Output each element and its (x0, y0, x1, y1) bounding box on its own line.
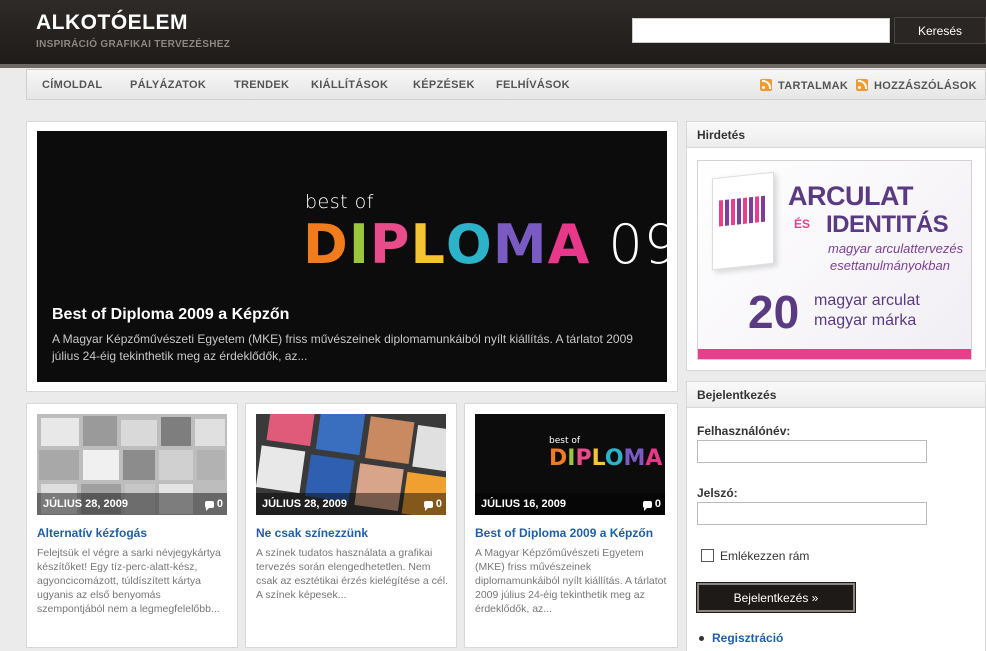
diploma-letters: DIPLOMA (303, 213, 590, 276)
comment-icon (423, 500, 433, 511)
feed-link-hozzaszolasok[interactable]: HOZZÁSZÓLÁSOK (856, 79, 977, 92)
comment-count-value: 0 (216, 498, 223, 510)
login-widget-title: Bejelentkezés (687, 382, 985, 408)
comment-count[interactable]: 0 (204, 498, 223, 511)
post-card: JÚLIUS 28, 2009 0 Alternatív kézfogás Fe… (26, 403, 238, 648)
featured-slide[interactable]: best of DIPLOMA 09 Best of Diploma 2009 a… (37, 131, 667, 382)
featured-image-text-top: best of (305, 191, 374, 213)
main-nav: CÍMOLDAL PÁLYÁZATOK TRENDEK KIÁLLÍTÁSOK … (26, 69, 986, 100)
thumb-letters: DIPLOMA (549, 446, 662, 471)
post-thumbnail[interactable]: JÚLIUS 28, 2009 0 (256, 414, 446, 515)
ad-label-1: magyar arculat (814, 292, 920, 309)
ad-es: ÉS (794, 217, 811, 231)
post-title[interactable]: Best of Diploma 2009 a Képzőn (475, 526, 653, 540)
featured-description: A Magyar Képzőművészeti Egyetem (MKE) fr… (52, 332, 633, 363)
wordmark-letter: M (492, 213, 548, 276)
site-logo[interactable]: ALKOTÓELEM (36, 11, 188, 35)
wordmark-letter: D (303, 213, 349, 276)
rss-icon (856, 79, 868, 91)
post-date: JÚLIUS 16, 2009 (481, 498, 566, 510)
feed-link-tartalmak[interactable]: TARTALMAK (760, 79, 848, 92)
nav-item-palyazatok[interactable]: PÁLYÁZATOK (130, 79, 206, 91)
post-excerpt: A Magyar Képzőművészeti Egyetem (MKE) fr… (475, 547, 667, 615)
post-date: JÚLIUS 28, 2009 (43, 498, 128, 510)
rss-icon (760, 79, 772, 91)
nav-item-cimoldal[interactable]: CÍMOLDAL (42, 79, 102, 91)
ad-subline-1: magyar arculattervezés (828, 241, 964, 256)
login-widget: Bejelentkezés Felhasználónév: Jelszó: Em… (686, 381, 986, 651)
username-field[interactable] (697, 440, 927, 463)
wordmark-letter: L (591, 446, 605, 471)
comment-icon (642, 500, 652, 511)
ad-number: 20 (748, 286, 800, 338)
nav-item-felhivasok[interactable]: FELHÍVÁSOK (496, 79, 570, 91)
thumb-wordmark: DIPLOMA (549, 446, 662, 471)
featured-image-wordmark: DIPLOMA 09 (303, 213, 667, 276)
search-input[interactable] (632, 18, 890, 43)
ad-headline-2: IDENTITÁS (826, 211, 949, 238)
register-link[interactable]: Regisztráció (712, 631, 783, 645)
wordmark-letter: L (410, 213, 446, 276)
wordmark-letter: A (645, 446, 663, 471)
password-field[interactable] (697, 502, 927, 525)
thumb-text-top: best of (549, 436, 581, 446)
nav-item-trendek[interactable]: TRENDEK (234, 79, 289, 91)
post-excerpt: A színek tudatos használata a grafikai t… (256, 547, 449, 601)
ad-widget-title: Hirdetés (687, 122, 985, 148)
wordmark-letter: M (623, 446, 646, 471)
feed-label: TARTALMAK (778, 80, 849, 92)
site-header: ALKOTÓELEM INSPIRÁCIÓ GRAFIKAI TERVEZÉSH… (0, 0, 986, 64)
comment-icon (204, 500, 214, 511)
username-label: Felhasználónév: (697, 424, 791, 438)
remember-checkbox[interactable] (701, 549, 714, 562)
nav-item-kiallitasok[interactable]: KIÁLLÍTÁSOK (311, 79, 388, 91)
post-date: JÚLIUS 28, 2009 (262, 498, 347, 510)
site-tagline: INSPIRÁCIÓ GRAFIKAI TERVEZÉSHEZ (36, 39, 231, 50)
password-label: Jelszó: (697, 486, 738, 500)
post-thumbnail[interactable]: JÚLIUS 28, 2009 0 (37, 414, 227, 515)
comment-count[interactable]: 0 (642, 498, 661, 511)
ad-label-2: magyar márka (814, 312, 917, 329)
book-cover-image (712, 171, 774, 271)
ad-subline-2: esettanulmányokban (830, 258, 950, 273)
post-card: best of DIPLOMA JÚLIUS 16, 2009 0 Best o… (464, 403, 678, 648)
comment-count-value: 0 (435, 498, 442, 510)
post-card: JÚLIUS 28, 2009 0 Ne csak színezzünk A s… (245, 403, 457, 648)
ad-banner[interactable]: ARCULAT ÉS IDENTITÁS magyar arculatterve… (697, 160, 972, 360)
comment-count[interactable]: 0 (423, 498, 442, 511)
post-title[interactable]: Alternatív kézfogás (37, 526, 147, 540)
featured-title[interactable]: Best of Diploma 2009 a Képzőn (52, 306, 289, 324)
comment-count-value: 0 (654, 498, 661, 510)
wordmark-letter: P (369, 213, 411, 276)
nav-item-kepzesek[interactable]: KÉPZÉSEK (413, 79, 475, 91)
ad-accent-bar (698, 349, 971, 359)
post-thumbnail[interactable]: best of DIPLOMA JÚLIUS 16, 2009 0 (475, 414, 665, 515)
header-divider (0, 64, 986, 68)
login-button[interactable]: Bejelentkezés » (696, 582, 856, 613)
wordmark-letter: O (604, 446, 624, 471)
wordmark-letter: A (547, 213, 591, 276)
search-button[interactable]: Keresés (894, 17, 986, 44)
post-title[interactable]: Ne csak színezzünk (256, 526, 368, 540)
wordmark-letter: D (549, 446, 568, 471)
remember-label[interactable]: Emlékezzen rám (720, 549, 809, 563)
feed-label: HOZZÁSZÓLÁSOK (874, 80, 977, 92)
ad-headline-1: ARCULAT (788, 181, 913, 211)
ad-widget: Hirdetés ARCULAT ÉS IDENTITÁS magyar arc… (686, 121, 986, 371)
wordmark-letter: O (445, 213, 493, 276)
post-excerpt: Felejtsük el végre a sarki névjegykártya… (37, 547, 221, 615)
wordmark-letter: I (348, 213, 370, 276)
list-bullet (699, 636, 704, 641)
wordmark-letter: P (575, 446, 592, 471)
featured-image-year: 09 (608, 213, 667, 276)
